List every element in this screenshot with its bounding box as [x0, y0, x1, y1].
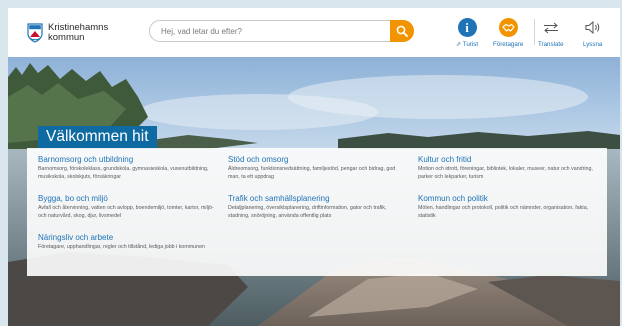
nav-translate-label: Translate [538, 41, 564, 48]
nav-turist[interactable]: i ⇗ Turist [456, 18, 478, 48]
nav-lyssna-label: Lyssna [583, 41, 603, 48]
category-title[interactable]: Kommun och politik [418, 194, 598, 204]
welcome-heading: Välkommen hit [38, 126, 157, 149]
category-title[interactable]: Stöd och omsorg [228, 155, 408, 165]
logo-line-2: kommun [48, 32, 85, 43]
category-naringsliv-arbete[interactable]: Näringsliv och arbete Företagare, upphan… [38, 233, 218, 252]
nav-lyssna[interactable]: Lyssna [583, 18, 602, 48]
category-title[interactable]: Barnomsorg och utbildning [38, 155, 218, 165]
search-button[interactable] [390, 20, 414, 42]
category-panel: Barnomsorg och utbildning Barnomsorg, fö… [27, 148, 607, 276]
category-description: Äldreomsorg, funktionsnedsättning, famil… [228, 166, 396, 180]
category-description: Möten, handlingar och protokoll, politik… [418, 205, 589, 219]
search-bar [149, 20, 414, 42]
logo-text: Kristinehamns kommun [48, 23, 108, 43]
category-kultur-fritid[interactable]: Kultur och fritid Motion och idrott, för… [418, 155, 598, 181]
category-bygga-bo-miljo[interactable]: Bygga, bo och miljö Avfall och återvinni… [38, 194, 218, 220]
category-title[interactable]: Näringsliv och arbete [38, 233, 218, 243]
category-title[interactable]: Bygga, bo och miljö [38, 194, 218, 204]
info-icon: i [457, 18, 477, 37]
crest-icon [27, 23, 43, 43]
category-description: Avfall och återvinning, vatten och avlop… [38, 205, 214, 219]
handshake-icon [498, 18, 518, 37]
nav-turist-text: Turist [462, 41, 479, 48]
nav-translate[interactable]: Translate [538, 18, 564, 48]
translate-arrows-icon [541, 18, 560, 37]
category-trafik-samhallsplanering[interactable]: Trafik och samhällsplanering Detaljplane… [228, 194, 408, 220]
external-link-icon: ⇗ [456, 41, 462, 48]
category-barnomsorg-utbildning[interactable]: Barnomsorg och utbildning Barnomsorg, fö… [38, 155, 218, 181]
nav-foretagare[interactable]: Företagare [493, 18, 523, 48]
category-description: Företagare, upphandlingar, regler och ti… [38, 244, 205, 250]
search-icon [396, 25, 408, 37]
nav-foretagare-label: Företagare [493, 41, 524, 48]
page-frame: Kristinehamns kommun i ⇗ Turist [8, 8, 620, 326]
hero-banner: Välkommen hit Barnomsorg och utbildning … [8, 57, 620, 326]
header-divider [534, 19, 535, 45]
category-title[interactable]: Trafik och samhällsplanering [228, 194, 408, 204]
category-kommun-politik[interactable]: Kommun och politik Möten, handlingar och… [418, 194, 598, 220]
nav-turist-label: ⇗ Turist [456, 41, 478, 48]
category-stod-omsorg[interactable]: Stöd och omsorg Äldreomsorg, funktionsne… [228, 155, 408, 181]
category-description: Motion och idrott, föreningar, bibliotek… [418, 166, 593, 180]
site-header: Kristinehamns kommun i ⇗ Turist [8, 8, 620, 57]
site-logo[interactable]: Kristinehamns kommun [27, 23, 108, 43]
speaker-icon [583, 18, 602, 37]
search-input[interactable] [149, 20, 414, 42]
category-title[interactable]: Kultur och fritid [418, 155, 598, 165]
category-description: Barnomsorg, förskoleklass, grundskola, g… [38, 166, 209, 180]
category-description: Detaljplanering, översiktsplanering, dri… [228, 205, 387, 219]
